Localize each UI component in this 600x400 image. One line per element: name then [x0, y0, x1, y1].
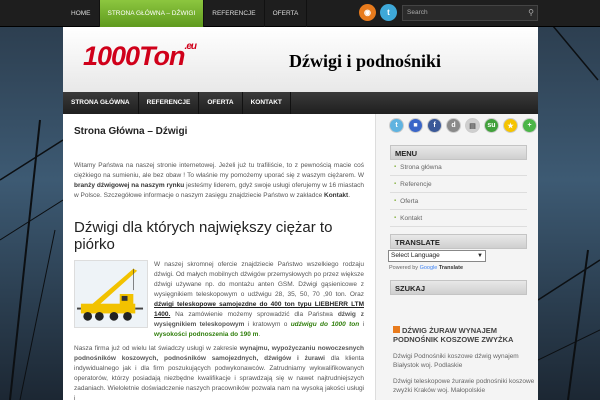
twitter-icon[interactable]: t	[389, 118, 404, 133]
site-header: 1000Ton.eu Dźwigi i podnośniki	[63, 27, 538, 92]
bullet-icon: ▪	[394, 197, 397, 204]
stumbleupon-icon[interactable]: su	[484, 118, 499, 133]
crane-truck-image	[74, 260, 148, 328]
sidebar-item-label: Referencje	[400, 180, 432, 188]
article-heading: Dźwigi dla których największy ciężar to …	[74, 219, 333, 253]
main-nav: Strona Główna Referencje Oferta Kontakt	[63, 92, 538, 114]
article-text: W naszej skromnej ofercie znajdziecie Pa…	[154, 261, 364, 298]
sidebar-menu: ▪ Strona główna ▪ Referencje ▪ Oferta ▪ Kont…	[390, 159, 527, 227]
powered-by-label: Powered by	[389, 265, 419, 271]
facebook-icon[interactable]: f	[427, 118, 442, 133]
udzwig-highlight: udźwigu do 1000 ton	[290, 321, 360, 328]
delicious-icon[interactable]: ■	[408, 118, 423, 133]
kontakt-link[interactable]: Kontakt	[324, 192, 348, 199]
top-nav-home[interactable]: Home	[63, 0, 100, 27]
search-placeholder: Search	[407, 9, 428, 16]
translate-link[interactable]: Translate	[439, 265, 463, 271]
intro-bold-branza: branży dźwigowej na naszym rynku	[74, 182, 185, 189]
main-nav-oferta[interactable]: Oferta	[199, 92, 243, 114]
article-text-2: Na zamówienie możemy sprowadzić dla Pańs…	[170, 311, 338, 318]
crane-silhouette-left	[0, 119, 63, 400]
intro-text-3: .	[348, 192, 351, 199]
bullet-icon: ▪	[394, 163, 397, 170]
site-logo[interactable]: 1000Ton.eu	[83, 41, 197, 72]
add-icon[interactable]: +	[522, 118, 537, 133]
feed-item[interactable]: Dźwigi Podnośniki koszowe dźwig wynajem …	[393, 352, 536, 370]
top-bar: Home Strona Główna – Dźwigi Referencje O…	[0, 0, 600, 27]
feed-title-text: Dźwig żuraw wynajem podnośnik koszowe zw…	[393, 326, 514, 344]
sidebar-item-strona-glowna[interactable]: ▪ Strona główna	[390, 159, 527, 176]
article-paragraph-2: Nasza firma już od wielu lat świadczy us…	[74, 344, 364, 400]
main-nav-kontakt[interactable]: Kontakt	[243, 92, 291, 114]
sidebar-social-row: t ■ f d ▤ su ★ +	[389, 118, 537, 133]
bullet-icon: ▪	[394, 180, 397, 187]
top-social: ◉ t	[359, 4, 397, 21]
main-content: Strona Główna – Dźwigi Witamy Państwa na…	[63, 114, 375, 400]
article-text-5: .	[258, 331, 261, 338]
sidebar-item-label: Strona główna	[400, 163, 442, 171]
logo-suffix: .eu	[184, 41, 197, 52]
sidebar-item-label: Oferta	[400, 197, 419, 205]
article-text-4: i	[359, 321, 365, 328]
site-tagline: Dźwigi i podnośniki	[289, 51, 442, 71]
twitter-icon[interactable]: t	[380, 4, 397, 21]
top-nav-oferta[interactable]: Oferta	[265, 0, 308, 27]
chevron-down-icon: ▼	[477, 253, 483, 259]
crane-silhouette-right	[538, 19, 600, 400]
intro-text: Witamy Państwa na naszej stronie interne…	[74, 162, 364, 179]
top-nav: Home Strona Główna – Dźwigi Referencje O…	[63, 0, 308, 27]
main-nav-referencje[interactable]: Referencje	[139, 92, 200, 114]
sidebar-item-kontakt[interactable]: ▪ Kontakt	[390, 210, 527, 227]
article-text-3: i kratowym o	[244, 321, 291, 328]
digg-icon[interactable]: d	[446, 118, 461, 133]
top-nav-referencje[interactable]: Referencje	[204, 0, 265, 27]
wysokosc-highlight: wysokości podnoszenia do 190 m	[154, 331, 259, 338]
article-body: W naszej skromnej ofercie znajdziecie Pa…	[74, 260, 364, 400]
language-select-value: Select Language	[391, 252, 440, 259]
sidebar-item-oferta[interactable]: ▪ Oferta	[390, 193, 527, 210]
top-nav-strona-glowna[interactable]: Strona Główna – Dźwigi	[99, 0, 205, 27]
intro-paragraph: Witamy Państwa na naszej stronie interne…	[74, 161, 364, 201]
search-widget-title: Szukaj	[390, 280, 527, 295]
google-logo: Google	[419, 265, 438, 271]
rss-icon[interactable]: ◉	[359, 4, 376, 21]
favorite-icon[interactable]: ★	[503, 118, 518, 133]
powered-by-google: Powered by Google Translate	[389, 265, 463, 271]
article-text-6: Nasza firma już od wielu lat świadczy us…	[74, 345, 240, 352]
main-nav-strona-glowna[interactable]: Strona Główna	[63, 92, 139, 114]
translate-widget-title: Translate	[390, 234, 527, 249]
search-icon[interactable]: ⚲	[528, 6, 534, 20]
logo-text: 1000Ton	[83, 41, 186, 71]
page-title: Strona Główna – Dźwigi	[74, 126, 188, 137]
feed-widget-title[interactable]: Dźwig żuraw wynajem podnośnik koszowe zw…	[393, 326, 533, 344]
print-icon[interactable]: ▤	[465, 118, 480, 133]
language-select[interactable]: Select Language ▼	[388, 250, 486, 262]
feed-item[interactable]: Dźwigi teleskopowe żurawie podnośniki ko…	[393, 377, 536, 395]
sidebar-item-label: Kontakt	[400, 214, 423, 222]
top-search-input[interactable]: Search ⚲	[402, 5, 538, 21]
sidebar-item-referencje[interactable]: ▪ Referencje	[390, 176, 527, 193]
rss-icon	[393, 326, 400, 333]
bullet-icon: ▪	[394, 214, 397, 221]
